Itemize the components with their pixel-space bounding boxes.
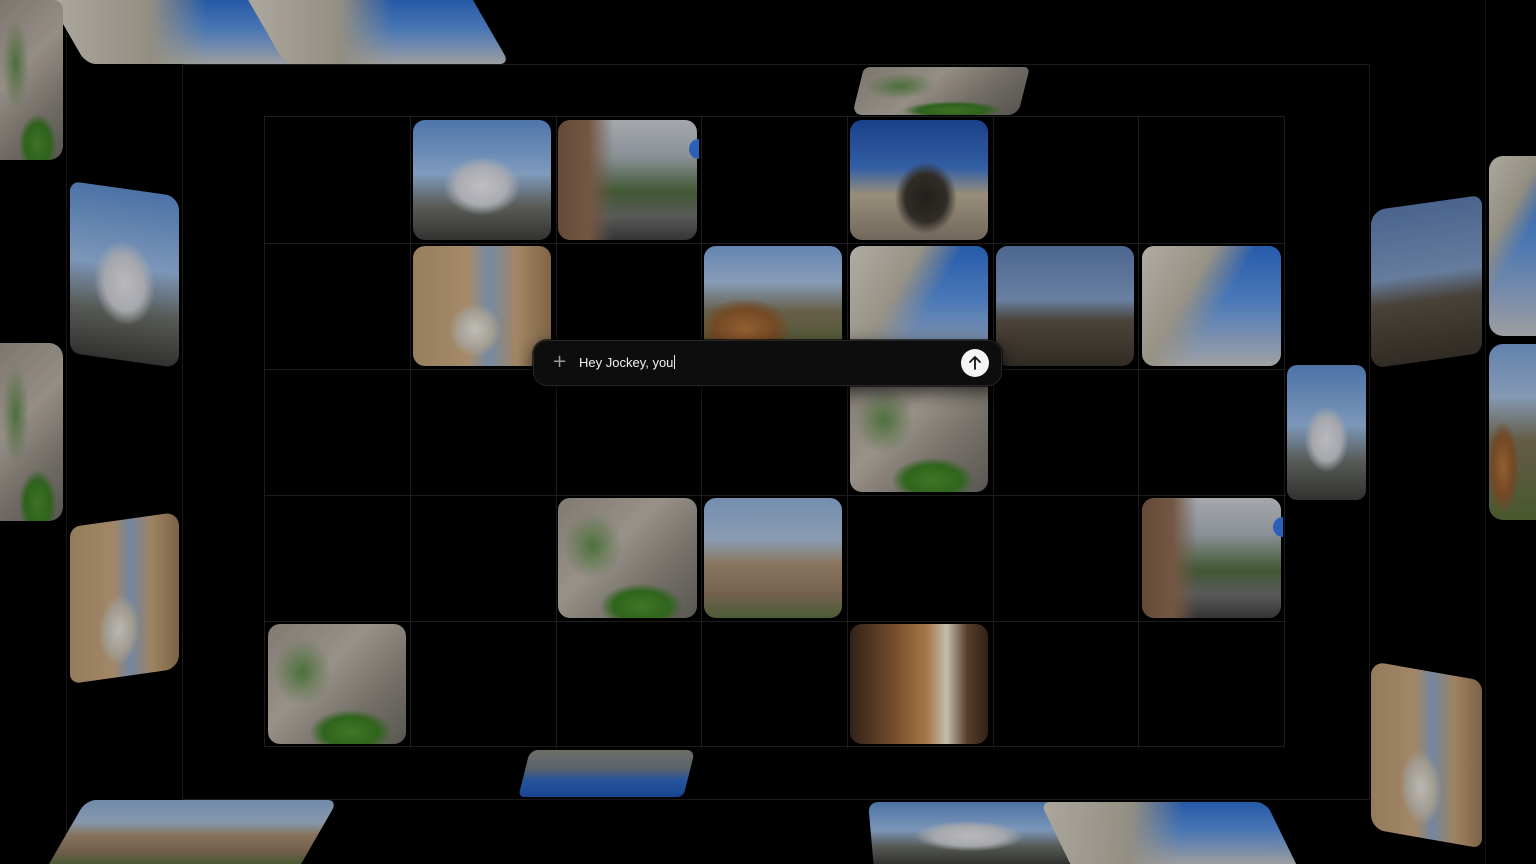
photo-tile[interactable]	[413, 120, 551, 240]
text-caret	[674, 355, 676, 369]
wall-photo-top	[852, 67, 1030, 115]
wall-photo-left	[70, 181, 179, 369]
left-wall-edge	[66, 0, 67, 864]
photo-tile[interactable]	[996, 246, 1134, 366]
photo-tile[interactable]	[1142, 498, 1281, 618]
wall-photo-top	[248, 0, 511, 64]
prompt-text: Hey Jockey, you	[579, 355, 674, 370]
wall-photo-left	[0, 0, 63, 160]
wall-photo-bottom	[1040, 802, 1297, 864]
plus-icon[interactable]: +	[552, 352, 567, 372]
wall-photo-bottom	[49, 800, 338, 864]
photo-tile[interactable]	[413, 246, 551, 366]
wall-photo-left	[0, 343, 63, 521]
wall-photo-right	[1371, 661, 1482, 849]
wall-photo-right	[1287, 365, 1366, 500]
photo-tile[interactable]	[558, 120, 697, 240]
send-button[interactable]	[961, 349, 989, 377]
wall-photo-right	[1489, 344, 1536, 520]
wall-photo-right	[1489, 156, 1536, 336]
wall-photo-right	[1371, 195, 1482, 369]
photo-tile[interactable]	[558, 498, 697, 618]
photo-tile[interactable]	[850, 624, 988, 744]
photo-tile[interactable]	[850, 372, 988, 492]
photo-tile[interactable]	[1142, 246, 1281, 366]
wall-photo-bottom	[518, 750, 695, 797]
photo-tile[interactable]	[704, 498, 842, 618]
wall-photo-bottom	[868, 802, 1070, 864]
wall-photo-left	[70, 511, 179, 684]
chat-prompt-bar: + Hey Jockey, you	[533, 340, 1002, 386]
photo-tile[interactable]	[850, 120, 988, 240]
prompt-input[interactable]: Hey Jockey, you	[579, 354, 676, 372]
arrow-up-icon	[969, 356, 981, 370]
right-wall-edge	[1485, 0, 1486, 864]
photo-tile[interactable]	[268, 624, 406, 744]
